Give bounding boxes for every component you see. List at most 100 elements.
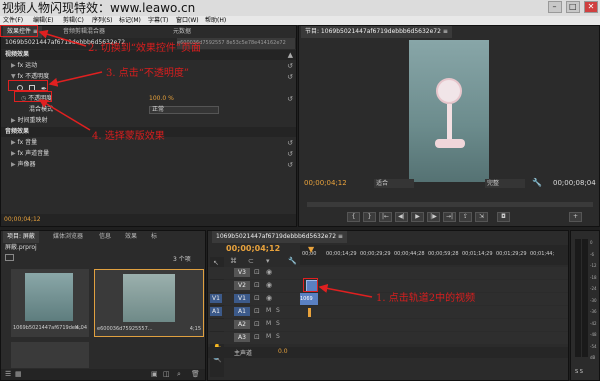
channel-volume-row[interactable]: ▶ fx 声道音量 ↺: [1, 149, 296, 159]
tab-audio-clip-mixer[interactable]: 音频剪辑混合器: [59, 26, 109, 38]
tab-metadata[interactable]: 元数据: [169, 26, 195, 38]
menu-file[interactable]: 文件(F): [3, 16, 23, 25]
project-item-1[interactable]: 1069b5021447af6719deb... 4;04: [11, 269, 89, 337]
menu-help[interactable]: 帮助(H): [205, 16, 226, 25]
audio-clip-a1[interactable]: [308, 308, 311, 317]
timeline-timecode[interactable]: 00;00;04;12: [226, 244, 280, 253]
list-view-icon[interactable]: ☰: [5, 370, 11, 378]
program-video-frame[interactable]: [409, 40, 489, 182]
extract-button[interactable]: ⇲: [475, 212, 488, 222]
time-ruler[interactable]: 00;00 00;00;14;29 00;00;29;29 00;00;44;2…: [300, 245, 568, 265]
fit-select[interactable]: 适合: [374, 179, 414, 188]
tab-info[interactable]: 信息: [95, 231, 115, 243]
clip-v1[interactable]: 1069: [300, 293, 318, 305]
menu-title[interactable]: 字幕(T): [148, 16, 168, 25]
track-a3[interactable]: A3 ⊡ M S: [208, 332, 568, 344]
button-editor-button[interactable]: +: [569, 212, 582, 222]
reset-icon[interactable]: ↺: [287, 160, 293, 170]
program-timecode[interactable]: 00;00;04;12: [304, 179, 347, 187]
track-a1[interactable]: A1 A1 ⊡ M S: [208, 306, 568, 318]
playhead-icon[interactable]: ▼: [308, 245, 314, 254]
lock-icon[interactable]: ⊡: [254, 281, 260, 289]
master-value[interactable]: 0.0: [278, 348, 288, 355]
panner-row[interactable]: ▶ 声像器 ↺: [1, 160, 296, 170]
menu-clip[interactable]: 剪辑(C): [63, 16, 84, 25]
time-remap-row[interactable]: ▶ 时间重映射: [1, 116, 296, 126]
icon-view-icon[interactable]: ▦: [15, 370, 22, 378]
selection-tool-icon[interactable]: ↖: [213, 259, 219, 267]
source-patch-a1[interactable]: A1: [210, 307, 222, 316]
lock-icon[interactable]: ⊡: [254, 320, 260, 328]
lock-icon[interactable]: ⊡: [254, 307, 260, 315]
opacity-value[interactable]: 100.0 %: [149, 94, 174, 104]
linked-selection-icon[interactable]: ⊂: [248, 257, 254, 265]
reset-icon[interactable]: ↺: [287, 61, 293, 71]
lock-icon[interactable]: ⊡: [254, 333, 260, 341]
reset-icon[interactable]: ↺: [287, 72, 293, 82]
reset-icon[interactable]: ↺: [287, 149, 293, 159]
new-bin-icon[interactable]: ▣: [151, 370, 158, 378]
solo-icon[interactable]: S: [276, 333, 280, 340]
mute-icon[interactable]: M: [266, 320, 271, 327]
menu-window[interactable]: 窗口(W): [176, 16, 199, 25]
lock-icon[interactable]: ⊡: [254, 294, 260, 302]
solo-icon[interactable]: S: [276, 320, 280, 327]
tab-project[interactable]: 项目: 屏蔽: [3, 231, 39, 243]
collapse-up-icon[interactable]: ▲: [288, 50, 293, 60]
eye-icon[interactable]: ◉: [266, 268, 272, 276]
mute-icon[interactable]: M: [266, 307, 271, 314]
add-marker-icon[interactable]: ▾: [266, 257, 270, 265]
maximize-button[interactable]: □: [565, 1, 580, 13]
solo-icon[interactable]: S: [276, 307, 280, 314]
snap-icon[interactable]: ⌘: [230, 257, 237, 265]
tab-program[interactable]: 节目: 1069b5021447af6719debbb6d5632e72 ≡: [301, 26, 452, 38]
tab-markers[interactable]: 标: [147, 231, 161, 243]
settings-wrench-icon[interactable]: 🔧: [288, 257, 297, 265]
trash-icon[interactable]: 🗑: [191, 370, 200, 378]
play-button[interactable]: ▶: [411, 212, 424, 222]
step-forward-button[interactable]: |▶: [427, 212, 440, 222]
lock-icon[interactable]: ⊡: [254, 268, 260, 276]
eye-icon[interactable]: ◉: [266, 281, 272, 289]
search-icon[interactable]: ⌕: [177, 370, 181, 379]
highlight-opacity: [8, 80, 48, 91]
track-label[interactable]: A2: [234, 320, 250, 329]
export-frame-button[interactable]: ◘: [497, 212, 510, 222]
menu-edit[interactable]: 编辑(E): [33, 16, 53, 25]
step-back-button[interactable]: ◀|: [395, 212, 408, 222]
tab-timeline[interactable]: 1069b5021447af6719debbb6d5632e72 ≡: [212, 231, 347, 243]
blend-mode-select[interactable]: 正常: [149, 106, 219, 114]
go-to-in-button[interactable]: |←: [379, 212, 392, 222]
program-scrubber[interactable]: [307, 202, 593, 207]
mark-out-button[interactable]: }: [363, 212, 376, 222]
lift-button[interactable]: ⇪: [459, 212, 472, 222]
tab-media-browser[interactable]: 媒体浏览器: [49, 231, 87, 243]
tab-effects[interactable]: 效果: [121, 231, 141, 243]
track-label[interactable]: A1: [234, 307, 250, 316]
minimize-button[interactable]: –: [547, 1, 562, 13]
go-to-out-button[interactable]: →|: [443, 212, 456, 222]
reset-icon[interactable]: ↺: [287, 138, 293, 148]
new-item-icon[interactable]: ◫: [163, 370, 170, 378]
solo-buttons[interactable]: S S: [575, 369, 583, 375]
track-label[interactable]: V3: [234, 268, 250, 277]
search-icon[interactable]: [5, 254, 14, 261]
track-label[interactable]: V1: [234, 294, 250, 303]
eye-icon[interactable]: ◉: [266, 294, 272, 302]
project-item-2[interactable]: e600036d75925557... 4;15: [94, 269, 204, 337]
mark-in-button[interactable]: {: [347, 212, 360, 222]
track-v3[interactable]: V3 ⊡ ◉: [208, 267, 568, 279]
menu-marker[interactable]: 标记(M): [119, 16, 141, 25]
track-label[interactable]: V2: [234, 281, 250, 290]
quality-select[interactable]: 完整: [485, 179, 525, 188]
menu-sequence[interactable]: 序列(S): [92, 16, 113, 25]
track-a2[interactable]: A2 ⊡ M S: [208, 319, 568, 331]
reset-icon[interactable]: ↺: [287, 94, 293, 104]
source-patch-v1[interactable]: V1: [210, 294, 222, 303]
mute-icon[interactable]: M: [266, 333, 271, 340]
close-button[interactable]: ✕: [584, 1, 598, 13]
project-item-3[interactable]: [11, 342, 89, 368]
wrench-icon[interactable]: 🔧: [532, 178, 542, 187]
track-label[interactable]: A3: [234, 333, 250, 342]
panner-label: 声像器: [17, 161, 36, 168]
